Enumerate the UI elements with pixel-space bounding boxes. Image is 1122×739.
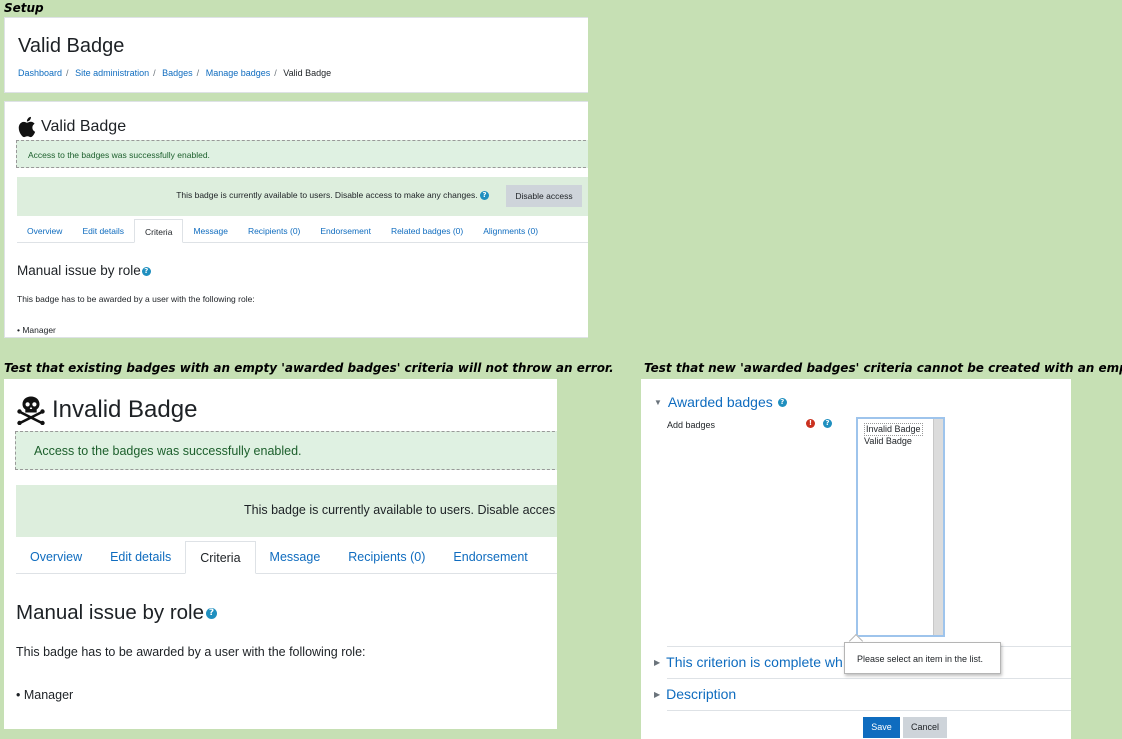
help-icon[interactable]: ?: [141, 266, 151, 276]
select-scrollbar[interactable]: [933, 419, 943, 635]
badges-options: Invalid Badge Valid Badge: [864, 423, 923, 447]
tab-recipients[interactable]: Recipients (0): [334, 541, 439, 574]
breadcrumb-badges[interactable]: Badges: [162, 68, 193, 78]
availability-bar: This badge is currently available to use…: [16, 485, 557, 537]
field-icons: ! ?: [806, 419, 832, 428]
help-icon[interactable]: ?: [823, 419, 832, 428]
tab-edit-details[interactable]: Edit details: [96, 541, 185, 574]
breadcrumb-manage-badges[interactable]: Manage badges: [206, 68, 271, 78]
new-criteria-form: ▼ Awarded badges ? Add badges ! ? Invali…: [641, 379, 1071, 739]
criteria-description: This badge has to be awarded by a user w…: [16, 645, 366, 659]
criteria-heading: Manual issue by role?: [17, 263, 151, 278]
success-alert: Access to the badges was successfully en…: [15, 431, 557, 470]
existing-badge-panel: Invalid Badge Access to the badges was s…: [4, 379, 557, 729]
role-name: Manager: [22, 325, 56, 335]
badge-name: Valid Badge: [41, 118, 127, 135]
section-awarded-badges-label: Awarded badges: [667, 394, 773, 410]
tab-criteria[interactable]: Criteria: [134, 219, 184, 243]
tab-alignments[interactable]: Alignments (0): [473, 219, 548, 243]
availability-bar: This badge is currently available to use…: [17, 177, 588, 216]
badge-heading: Valid Badge: [17, 116, 126, 138]
availability-message: This badge is currently available to use…: [176, 190, 489, 201]
caret-down-icon: ▼: [654, 397, 662, 407]
section-criterion-complete-label: This criterion is complete wh: [666, 654, 843, 670]
required-error-icon: !: [806, 419, 815, 428]
breadcrumb-separator: /: [153, 68, 156, 78]
breadcrumb: Dashboard / Site administration / Badges / …: [18, 68, 331, 78]
availability-text: This badge is currently available to use…: [176, 190, 478, 200]
tab-criteria[interactable]: Criteria: [185, 541, 256, 574]
caption-test-new: Test that new 'awarded badges' criteria …: [644, 361, 1122, 375]
caption-test-existing: Test that existing badges with an empty …: [4, 361, 614, 375]
divider: [667, 710, 1071, 711]
disable-access-button[interactable]: Disable access: [506, 185, 582, 207]
availability-message: This badge is currently available to use…: [244, 503, 556, 517]
option-invalid-badge[interactable]: Invalid Badge: [864, 423, 923, 436]
setup-badge-panel: Valid Badge Access to the badges was suc…: [4, 101, 588, 338]
skull-crossbones-icon: [17, 396, 45, 425]
breadcrumb-current: Valid Badge: [283, 68, 332, 78]
criteria-heading: Manual issue by role?: [16, 601, 218, 625]
tab-message[interactable]: Message: [256, 541, 335, 574]
help-icon[interactable]: ?: [480, 191, 489, 201]
breadcrumb-dashboard[interactable]: Dashboard: [18, 68, 62, 78]
badges-select[interactable]: Invalid Badge Valid Badge: [856, 417, 945, 637]
role-list-item: • Manager: [17, 325, 56, 335]
breadcrumb-separator: /: [66, 68, 69, 78]
option-valid-badge[interactable]: Valid Badge: [864, 436, 923, 447]
section-awarded-badges[interactable]: ▼ Awarded badges ?: [654, 394, 787, 410]
tab-edit-details[interactable]: Edit details: [72, 219, 134, 243]
tab-endorsement[interactable]: Endorsement: [439, 541, 541, 574]
success-alert: Access to the badges was successfully en…: [16, 140, 588, 168]
tab-endorsement[interactable]: Endorsement: [310, 219, 381, 243]
criteria-description: This badge has to be awarded by a user w…: [17, 294, 255, 304]
setup-page-header: Valid Badge Dashboard / Site administrati…: [4, 17, 588, 93]
add-badges-label: Add badges: [667, 420, 716, 430]
save-button[interactable]: Save: [863, 717, 900, 738]
apple-icon: [18, 116, 36, 138]
caption-setup: Setup: [4, 1, 44, 15]
tab-related-badges[interactable]: Related badges (0): [381, 219, 473, 243]
caret-right-icon: ▶: [654, 689, 661, 699]
breadcrumb-site-administration[interactable]: Site administration: [75, 68, 149, 78]
breadcrumb-separator: /: [274, 68, 277, 78]
badge-tabs: Overview Edit details Criteria Message R…: [16, 541, 557, 574]
help-icon[interactable]: ?: [206, 608, 218, 620]
tab-overview[interactable]: Overview: [16, 541, 96, 574]
criteria-heading-text: Manual issue by role: [17, 263, 141, 278]
breadcrumb-separator: /: [196, 68, 200, 78]
role-name: Manager: [23, 688, 74, 702]
cancel-button[interactable]: Cancel: [903, 717, 947, 738]
criteria-heading-text: Manual issue by role: [16, 601, 205, 624]
tab-recipients[interactable]: Recipients (0): [238, 219, 310, 243]
badge-name: Invalid Badge: [52, 396, 198, 423]
validation-tooltip: Please select an item in the list.: [844, 642, 1001, 674]
section-criterion-complete[interactable]: ▶ This criterion is complete wh: [654, 654, 843, 670]
help-icon[interactable]: ?: [777, 397, 787, 407]
badge-tabs: Overview Edit details Criteria Message R…: [17, 219, 588, 243]
tab-message[interactable]: Message: [183, 219, 238, 243]
section-description[interactable]: ▶ Description: [654, 686, 736, 702]
tab-overview[interactable]: Overview: [17, 219, 72, 243]
role-list-item: • Manager: [16, 688, 74, 702]
section-description-label: Description: [666, 686, 737, 702]
page-title: Valid Badge: [18, 35, 125, 57]
divider: [667, 678, 1071, 679]
badge-heading: Invalid Badge: [16, 395, 197, 425]
caret-right-icon: ▶: [654, 657, 661, 667]
